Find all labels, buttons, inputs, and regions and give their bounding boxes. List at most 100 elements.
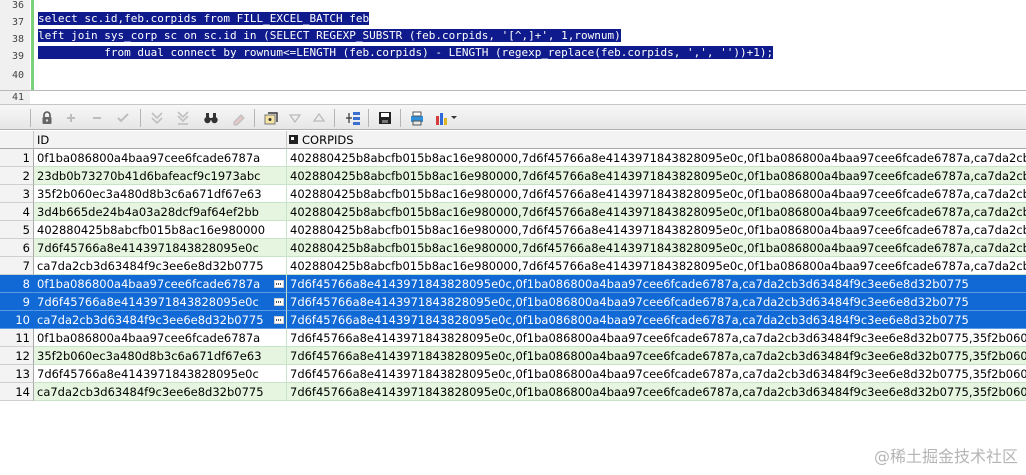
sql-editor[interactable]: 36 37 38 39 40 41 select sc.id,feb.corpi… xyxy=(0,0,1026,104)
chart-icon[interactable] xyxy=(434,109,460,127)
row-number[interactable]: 9 xyxy=(0,293,34,311)
toolbar-separator xyxy=(30,109,31,127)
cell-corpids[interactable]: 7d6f45766a8e4143971843828095e0c,0f1ba086… xyxy=(287,347,1026,365)
cell-corpids[interactable]: 7d6f45766a8e4143971843828095e0c,0f1ba086… xyxy=(287,383,1026,401)
lock-icon[interactable] xyxy=(38,109,56,127)
table-row[interactable]: 10 ca7da2cb3d63484f9c3ee6e8d32b0775 7d6f45… xyxy=(0,311,1026,329)
column-header-corpids[interactable]: CORPIDS xyxy=(287,131,1026,149)
table-row[interactable]: 3 35f2b060ec3a480d8b3c6a671df67e63 4028804… xyxy=(0,185,1026,203)
line-number: 39 xyxy=(11,51,24,62)
cell-corpids[interactable]: 7d6f45766a8e4143971843828095e0c,0f1ba086… xyxy=(287,365,1026,383)
row-number[interactable]: 13 xyxy=(0,365,34,383)
cell-editor-button[interactable] xyxy=(274,298,284,306)
result-grid[interactable]: ID CORPIDS 1 0f1ba086800a4baa97cee6fcade6… xyxy=(0,131,1026,402)
cell-corpids[interactable]: 7d6f45766a8e4143971843828095e0c,0f1ba086… xyxy=(287,329,1026,347)
grid-toolbar xyxy=(0,104,1026,130)
selected-code-text: from dual connect by rownum<=LENGTH (feb… xyxy=(38,46,774,59)
table-row[interactable]: 8 0f1ba086800a4baa97cee6fcade6787a 7d6f457… xyxy=(0,275,1026,293)
row-number[interactable]: 12 xyxy=(0,347,34,365)
cell-id[interactable]: 0f1ba086800a4baa97cee6fcade6787a xyxy=(34,149,287,167)
table-row[interactable]: 11 0f1ba086800a4baa97cee6fcade6787a 7d6f45… xyxy=(0,329,1026,347)
fetch-last-icon[interactable] xyxy=(174,109,192,127)
row-number[interactable]: 1 xyxy=(0,149,34,167)
cell-id[interactable]: ca7da2cb3d63484f9c3ee6e8d32b0775 xyxy=(34,311,287,329)
cell-corpids[interactable]: 402880425b8abcfb015b8ac16e980000,7d6f457… xyxy=(287,203,1026,221)
row-number-header[interactable] xyxy=(0,131,34,149)
cell-corpids[interactable]: 402880425b8abcfb015b8ac16e980000,7d6f457… xyxy=(287,149,1026,167)
cell-id[interactable]: 0f1ba086800a4baa97cee6fcade6787a xyxy=(34,329,287,347)
cell-id[interactable]: 7d6f45766a8e4143971843828095e0c xyxy=(34,365,287,383)
column-header-id[interactable]: ID xyxy=(34,131,287,149)
table-row[interactable]: 9 7d6f45766a8e4143971843828095e0c 7d6f4576… xyxy=(0,293,1026,311)
save-icon[interactable] xyxy=(376,109,394,127)
cell-corpids[interactable]: 402880425b8abcfb015b8ac16e980000,7d6f457… xyxy=(287,167,1026,185)
clear-icon[interactable] xyxy=(230,109,248,127)
toolbar-separator xyxy=(368,109,369,127)
column-header-label: CORPIDS xyxy=(302,133,354,147)
line-number: 41 xyxy=(11,92,24,103)
cell-editor-button[interactable] xyxy=(274,316,284,324)
line-number: 36 xyxy=(11,0,24,11)
cell-editor-button[interactable] xyxy=(274,280,284,288)
cell-id[interactable]: 0f1ba086800a4baa97cee6fcade6787a xyxy=(34,275,287,293)
fetch-next-icon[interactable] xyxy=(148,109,166,127)
selected-code-text: left join sys_corp sc on sc.id in (SELEC… xyxy=(38,29,621,42)
cell-id[interactable]: 23db0b73270b41d6bafeacf9c1973abc xyxy=(34,167,287,185)
table-row[interactable]: 7 ca7da2cb3d63484f9c3ee6e8d32b0775 4028804… xyxy=(0,257,1026,275)
cell-corpids[interactable]: 7d6f45766a8e4143971843828095e0c,0f1ba086… xyxy=(287,293,1026,311)
table-row[interactable]: 5 402880425b8abcfb015b8ac16e980000 4028804… xyxy=(0,221,1026,239)
row-number[interactable]: 5 xyxy=(0,221,34,239)
cell-corpids[interactable]: 402880425b8abcfb015b8ac16e980000,7d6f457… xyxy=(287,239,1026,257)
line-number-gutter: 36 37 38 39 40 41 xyxy=(0,0,30,104)
code-line[interactable]: select sc.id,feb.corpids from FILL_EXCEL… xyxy=(38,11,370,27)
column-header-label: ID xyxy=(37,133,50,147)
cell-text: 7d6f45766a8e4143971843828095e0c xyxy=(37,295,259,309)
cell-id[interactable]: 35f2b060ec3a480d8b3c6a671df67e63 xyxy=(34,347,287,365)
cell-corpids[interactable]: 402880425b8abcfb015b8ac16e980000,7d6f457… xyxy=(287,257,1026,275)
cell-id[interactable]: 7d6f45766a8e4143971843828095e0c xyxy=(34,239,287,257)
table-row[interactable]: 13 7d6f45766a8e4143971843828095e0c 7d6f457… xyxy=(0,365,1026,383)
query-builder-icon[interactable] xyxy=(344,109,362,127)
row-number[interactable]: 7 xyxy=(0,257,34,275)
cell-id[interactable]: 402880425b8abcfb015b8ac16e980000 xyxy=(34,221,287,239)
cell-corpids[interactable]: 402880425b8abcfb015b8ac16e980000,7d6f457… xyxy=(287,185,1026,203)
table-row[interactable]: 1 0f1ba086800a4baa97cee6fcade6787a 4028804… xyxy=(0,149,1026,167)
delete-row-icon[interactable] xyxy=(88,109,106,127)
code-line[interactable]: left join sys_corp sc on sc.id in (SELEC… xyxy=(38,28,621,44)
row-number[interactable]: 3 xyxy=(0,185,34,203)
cell-id[interactable]: ca7da2cb3d63484f9c3ee6e8d32b0775 xyxy=(34,383,287,401)
editor-divider xyxy=(0,90,1026,91)
navigate-up-icon[interactable] xyxy=(310,109,328,127)
table-row[interactable]: 2 23db0b73270b41d6bafeacf9c1973abc 4028804… xyxy=(0,167,1026,185)
toolbar-separator xyxy=(400,109,401,127)
cell-corpids[interactable]: 7d6f45766a8e4143971843828095e0c,0f1ba086… xyxy=(287,275,1026,293)
cell-text: 23db0b73270b41d6bafeacf9c1973abc xyxy=(37,169,261,183)
table-row[interactable]: 6 7d6f45766a8e4143971843828095e0c 40288042… xyxy=(0,239,1026,257)
table-row[interactable]: 4 3d4b665de24b4a03a28dcf9af64ef2bb 4028804… xyxy=(0,203,1026,221)
row-number[interactable]: 4 xyxy=(0,203,34,221)
add-row-icon[interactable] xyxy=(62,109,80,127)
row-number[interactable]: 8 xyxy=(0,275,34,293)
line-number: 40 xyxy=(11,70,24,81)
post-changes-icon[interactable] xyxy=(114,109,132,127)
code-line[interactable]: from dual connect by rownum<=LENGTH (feb… xyxy=(38,45,774,61)
row-number[interactable]: 14 xyxy=(0,383,34,401)
cell-id[interactable]: 7d6f45766a8e4143971843828095e0c xyxy=(34,293,287,311)
table-row[interactable]: 14 ca7da2cb3d63484f9c3ee6e8d32b0775 7d6f45… xyxy=(0,383,1026,401)
row-number[interactable]: 10 xyxy=(0,311,34,329)
navigate-down-icon[interactable] xyxy=(286,109,304,127)
export-icon[interactable] xyxy=(262,109,280,127)
table-row[interactable]: 12 35f2b060ec3a480d8b3c6a671df67e63 7d6f45… xyxy=(0,347,1026,365)
cell-corpids[interactable]: 7d6f45766a8e4143971843828095e0c,0f1ba086… xyxy=(287,311,1026,329)
print-icon[interactable] xyxy=(408,109,426,127)
cell-id[interactable]: ca7da2cb3d63484f9c3ee6e8d32b0775 xyxy=(34,257,287,275)
cell-text: 402880425b8abcfb015b8ac16e980000 xyxy=(37,223,266,237)
cell-text: 0f1ba086800a4baa97cee6fcade6787a xyxy=(37,277,261,291)
find-icon[interactable] xyxy=(202,109,220,127)
cell-id[interactable]: 35f2b060ec3a480d8b3c6a671df67e63 xyxy=(34,185,287,203)
row-number[interactable]: 6 xyxy=(0,239,34,257)
cell-id[interactable]: 3d4b665de24b4a03a28dcf9af64ef2bb xyxy=(34,203,287,221)
cell-corpids[interactable]: 402880425b8abcfb015b8ac16e980000,7d6f457… xyxy=(287,221,1026,239)
row-number[interactable]: 2 xyxy=(0,167,34,185)
row-number[interactable]: 11 xyxy=(0,329,34,347)
